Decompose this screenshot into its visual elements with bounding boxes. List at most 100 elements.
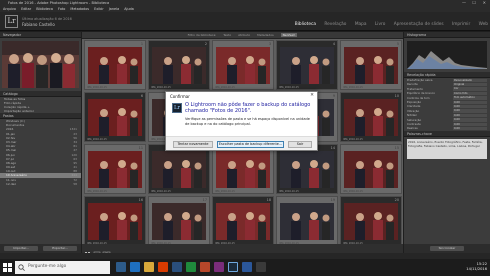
filter-texto[interactable]: Texto [223, 33, 231, 37]
keywords-header[interactable]: Palavras-chave [404, 130, 490, 137]
module-biblioteca[interactable]: Biblioteca [295, 22, 316, 27]
module-revelacao[interactable]: Revelação [324, 22, 346, 27]
module-apresentacao[interactable]: Apresentação de slides [394, 22, 444, 27]
keywords-field[interactable]: 2016, Aniversário, Evento Fotográfico, F… [407, 138, 487, 159]
menu-janela[interactable]: Janela [109, 7, 119, 11]
metadata-row-label: Claridade [407, 104, 421, 109]
thumbnail-cell[interactable]: 12IMG_2016-10-15 [148, 144, 210, 194]
menu-biblioteca[interactable]: Biblioteca [36, 7, 53, 11]
thumbnail-cell[interactable]: 4 IMG_2016-10-15 [276, 40, 338, 90]
folder-name: 12-dez [6, 181, 16, 186]
photo-thumbnail [280, 203, 334, 240]
thumbnail-cell[interactable]: 2 IMG_2016-10-15 [148, 40, 210, 90]
edge-icon[interactable] [130, 262, 140, 272]
explorer-icon[interactable] [144, 262, 154, 272]
thumbnail-index: 4 [332, 42, 335, 46]
histogram [407, 41, 487, 69]
dialog-close-icon[interactable]: ✕ [310, 93, 314, 98]
clock-date: 14/11/2016 [466, 267, 487, 271]
metadata-row-label: Realces [407, 126, 418, 131]
right-panel-footer: Sincronizar [404, 244, 490, 253]
exit-button[interactable]: Sair [288, 141, 312, 148]
powerpoint-icon[interactable] [200, 262, 210, 272]
thumbnail-filename: IMG_2016-10-15 [343, 190, 363, 193]
thumbnail-cell[interactable]: 19IMG_2016-10-15 [276, 196, 338, 246]
sync-button[interactable]: Sincronizar [430, 246, 464, 251]
navigator-header[interactable]: Navegador [0, 32, 81, 38]
thumbnail-cell[interactable]: 17IMG_2016-10-15 [148, 196, 210, 246]
onenote-icon[interactable] [214, 262, 224, 272]
search-icon [18, 264, 25, 271]
metadata-row: Realces 0,00 [404, 126, 490, 130]
store-icon[interactable] [158, 262, 168, 272]
navigator-preview[interactable] [2, 41, 79, 88]
thumbnail-index: 6 [140, 94, 143, 98]
thumbnail-cell[interactable]: 13IMG_2016-10-15 [212, 144, 274, 194]
outlook-icon[interactable] [172, 262, 182, 272]
retry-button[interactable]: Tentar novamente [173, 141, 213, 148]
right-panel: Histograma Revelação rápida Predefinição… [404, 32, 490, 253]
thumbnail-index: 9 [332, 94, 335, 98]
module-web[interactable]: Web [479, 22, 488, 27]
quick-develop-row-label: Predefinição salva [407, 78, 433, 82]
import-button[interactable]: Importar... [4, 246, 38, 251]
windows-start-icon[interactable] [2, 262, 13, 273]
filter-label: Filtro da biblioteca: [187, 33, 217, 37]
menu-arquivo[interactable]: Arquivo [3, 7, 16, 11]
histogram-header[interactable]: Histograma [404, 32, 490, 38]
identity-plate: Lr Última atualização 6 de 2016 Fabiano … [0, 12, 490, 31]
folder-item[interactable]: 12-dez 58 [0, 182, 81, 186]
filter-atributo[interactable]: Atributo [238, 33, 250, 37]
photo-thumbnail [216, 151, 270, 188]
task-view-icon[interactable] [116, 262, 126, 272]
taskbar-search[interactable]: Pergunte-me algo [15, 261, 110, 274]
menu-foto[interactable]: Foto [58, 7, 65, 11]
metadata-row-label: Contraste [407, 121, 421, 126]
word-icon[interactable] [242, 262, 252, 272]
thumbnail-index: 11 [138, 146, 143, 150]
identity-line1: Última atualização 6 de 2016 [22, 17, 72, 21]
thumbnail-cell[interactable]: 6 IMG_2016-10-15 [84, 92, 146, 142]
metadata-row-value[interactable]: 0,00 [453, 126, 487, 131]
confirm-dialog: Confirmar ✕ Lr O Lightroom não pôde faze… [165, 91, 318, 151]
dialog-message: O Lightroom não pôde fazer o backup do c… [185, 102, 311, 115]
export-button[interactable]: Exportar... [43, 246, 77, 251]
menu-exibir[interactable]: Exibir [94, 7, 104, 11]
photo-thumbnail [88, 47, 142, 84]
thumbnail-cell[interactable]: 3 IMG_2016-10-15 [212, 40, 274, 90]
filter-nenhum[interactable]: Nenhum [280, 33, 298, 37]
dialog-title: Confirmar [170, 94, 190, 99]
thumbnail-filename: IMG_2016-10-15 [279, 190, 299, 193]
thumbnail-filename: IMG_2016-10-15 [87, 86, 107, 89]
system-clock[interactable]: 15:22 14/11/2016 [466, 262, 487, 272]
thumbnail-cell[interactable]: 14 IMG_2016-10-15 [276, 144, 338, 194]
filter-metadados[interactable]: Metadados [257, 33, 274, 37]
thumbnail-filename: IMG_2016-10-15 [343, 138, 363, 141]
thumbnail-cell[interactable]: 16IMG_2016-10-15 [84, 196, 146, 246]
module-livro[interactable]: Livro [375, 22, 385, 27]
thumbnail-cell[interactable]: 5 IMG_2016-10-15 [340, 40, 402, 90]
thumbnail-cell[interactable]: 1 IMG_2016-10-15 [84, 40, 146, 90]
app-icon[interactable] [256, 262, 266, 272]
identity-line2: Fabiano Castello [22, 22, 55, 27]
thumbnail-cell[interactable]: 15 IMG_2016-10-15 [340, 144, 402, 194]
photo-thumbnail [344, 203, 398, 240]
thumbnail-index: 5 [396, 42, 399, 46]
thumbnail-cell[interactable]: 20IMG_2016-10-15 [340, 196, 402, 246]
dialog-detail: Verifique as permissões de pasta e se há… [185, 117, 310, 126]
excel-icon[interactable] [186, 262, 196, 272]
module-mapa[interactable]: Mapa [355, 22, 367, 27]
thumbnail-cell[interactable]: 10 IMG_2016-10-15 [340, 92, 402, 142]
quick-develop-rows: Predefinição salva Personalizado Recorte Or… [404, 78, 490, 100]
grid-toolbar [82, 244, 403, 258]
navigator-photo-icon [2, 41, 79, 88]
thumbnail-filename: IMG_2016-10-15 [151, 86, 171, 89]
menu-editar[interactable]: Editar [21, 7, 31, 11]
thumbnail-cell[interactable]: 11 IMG_2016-10-15 [84, 144, 146, 194]
module-imprimir[interactable]: Imprimir [452, 22, 470, 27]
thumbnail-cell[interactable]: 18IMG_2016-10-15 [212, 196, 274, 246]
menu-ajuda[interactable]: Ajuda [124, 7, 134, 11]
menu-metadados[interactable]: Metadados [70, 7, 89, 11]
lightroom-taskbar-icon[interactable] [228, 262, 238, 272]
choose-backup-folder-button[interactable]: Escolher pasta de backup diferente... [217, 141, 284, 148]
